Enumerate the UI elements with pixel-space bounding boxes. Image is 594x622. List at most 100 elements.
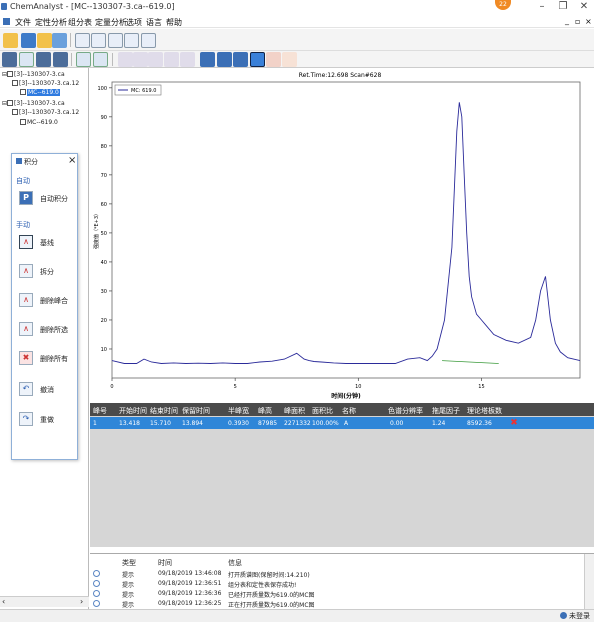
col-header[interactable]: 面积比 — [312, 406, 333, 416]
chromatogram-chart[interactable]: Ret.Time:12.698 Scan#6281020304050607080… — [90, 68, 594, 403]
login-status[interactable]: 未登录 — [569, 611, 590, 621]
close-icon[interactable]: × — [68, 155, 76, 166]
plot-area — [111, 81, 581, 379]
col-header[interactable]: 拖尾因子 — [432, 406, 460, 416]
tree-item[interactable]: MC--619.0 — [20, 89, 60, 97]
tree-item[interactable]: ⊟ [3]--130307-3.ca — [2, 100, 65, 108]
tool-label[interactable]: 重做 — [40, 415, 54, 425]
split-view-icon[interactable] — [53, 52, 68, 67]
split-peak-icon[interactable]: ∧ — [19, 264, 33, 278]
tree-item[interactable]: [3]--130307-3.ca.12 — [12, 80, 79, 88]
tool-label[interactable]: 拆分 — [40, 267, 54, 277]
log-scrollbar[interactable] — [584, 554, 594, 610]
col-header[interactable]: 理论塔板数 — [467, 406, 502, 416]
label-time-icon[interactable] — [148, 52, 163, 67]
tree-scrollbar[interactable]: ‹ › — [0, 596, 89, 607]
delete-all-icon[interactable]: ✖ — [19, 351, 33, 365]
menu-language[interactable]: 语言 — [146, 17, 162, 28]
auto-heading: 自动 — [16, 177, 30, 185]
table-merge-icon[interactable] — [233, 52, 248, 67]
cell: 87985 — [258, 420, 278, 427]
table-split-icon[interactable] — [217, 52, 232, 67]
cell: 8592.36 — [467, 420, 492, 427]
tree-item[interactable]: MC--619.0 — [20, 119, 58, 127]
auto-integrate-icon[interactable]: P — [19, 191, 33, 205]
integrate-active-icon[interactable] — [250, 52, 265, 67]
menu-file[interactable]: 文件 — [15, 17, 31, 28]
log-col-header: 信息 — [228, 559, 242, 567]
delete-selected-icon[interactable]: ∧ — [19, 322, 33, 336]
label-area-icon[interactable] — [133, 52, 148, 67]
y-tick-label: 90 — [101, 115, 107, 121]
overlay-icon[interactable] — [124, 33, 139, 48]
baseline-icon[interactable] — [266, 52, 281, 67]
info-icon — [93, 580, 100, 587]
scroll-right-icon[interactable]: › — [80, 597, 83, 606]
menu-bar: 文件 定性分析 组分表 定量分析 选项 语言 帮助 _ ▫ × — [0, 15, 594, 28]
col-header[interactable]: 开始时间 — [119, 406, 147, 416]
tool-label[interactable]: 基线 — [40, 238, 54, 248]
tool-label[interactable]: 删除峰合 — [40, 296, 68, 306]
restore-icon[interactable]: ❐ — [556, 1, 570, 12]
window-title: ChemAnalyst - [MC--130307-3.ca--619.0] — [10, 2, 175, 11]
peak-icon[interactable] — [108, 33, 123, 48]
label-rt-icon[interactable] — [118, 52, 133, 67]
chromatogram-panel: Ret.Time:12.698 Scan#628 10 20 30 40 50 60 70 80… — [90, 68, 594, 403]
export-icon[interactable] — [52, 33, 67, 48]
menu-help[interactable]: 帮助 — [166, 17, 182, 28]
zoom-out-icon[interactable] — [93, 52, 108, 67]
app-icon — [1, 3, 7, 10]
minimize-icon[interactable]: – — [535, 1, 549, 12]
status-bar: 未登录 — [0, 609, 594, 622]
auto-integrate-label[interactable]: 自动积分 — [40, 194, 68, 204]
menu-quantitative[interactable]: 定量分析 — [95, 17, 127, 28]
tool-label[interactable]: 删除所选 — [40, 325, 68, 335]
col-header[interactable]: 峰高 — [258, 406, 272, 416]
menu-options[interactable]: 选项 — [126, 17, 142, 28]
delete-merge-icon[interactable]: ∧ — [19, 293, 33, 307]
col-header[interactable]: 峰面积 — [284, 406, 305, 416]
open-folder-icon[interactable] — [3, 33, 18, 48]
col-header[interactable]: 保留时间 — [182, 406, 210, 416]
col-header[interactable]: 色谱分辨率 — [388, 406, 423, 416]
baseline-icon[interactable]: ∧ — [19, 235, 33, 249]
label-width-icon[interactable] — [180, 52, 195, 67]
redo-icon[interactable]: ↷ — [19, 412, 33, 426]
compare-icon[interactable] — [141, 33, 156, 48]
label-name-icon[interactable] — [164, 52, 179, 67]
open-project-icon[interactable] — [37, 33, 52, 48]
save-icon[interactable] — [21, 33, 36, 48]
tool-label[interactable]: 撤消 — [40, 385, 54, 395]
tree-item[interactable]: ⊟ [3]--130307-3.ca — [2, 71, 65, 79]
chart-icon[interactable] — [19, 52, 34, 67]
menu-component-table[interactable]: 组分表 — [68, 17, 92, 28]
y-tick-label: 60 — [101, 202, 107, 208]
info-icon — [93, 590, 100, 597]
tool-label[interactable]: 删除所有 — [40, 354, 68, 364]
mdi-minimize-icon[interactable]: _ — [565, 16, 569, 25]
log-type: 提示 — [122, 592, 135, 599]
col-header[interactable]: 结束时间 — [150, 406, 178, 416]
scroll-left-icon[interactable]: ‹ — [2, 597, 5, 606]
notification-badge[interactable]: 22 — [495, 0, 511, 10]
spectrum-icon[interactable] — [91, 33, 106, 48]
cell: 100.00% — [312, 420, 339, 427]
signal-noise-icon[interactable] — [282, 52, 297, 67]
zoom-in-icon[interactable] — [76, 52, 91, 67]
close-icon[interactable]: ✕ — [577, 1, 591, 12]
undo-icon[interactable]: ↶ — [19, 382, 33, 396]
delete-row-icon[interactable]: ✖ — [509, 418, 519, 428]
col-header[interactable]: 名称 — [342, 406, 356, 416]
menu-qualitative[interactable]: 定性分析 — [35, 17, 67, 28]
layout-icon[interactable] — [2, 52, 17, 67]
col-header[interactable]: 半峰宽 — [228, 406, 249, 416]
col-header[interactable]: 峰号 — [93, 406, 107, 416]
tree-item[interactable]: [3]--130307-3.ca.12 — [12, 109, 79, 117]
y-tick-label: 30 — [101, 289, 107, 295]
table-icon[interactable] — [200, 52, 215, 67]
mdi-close-icon[interactable]: × — [585, 17, 592, 26]
grid-view-icon[interactable] — [36, 52, 51, 67]
y-tick-label: 80 — [101, 144, 107, 150]
chromatogram-icon[interactable] — [75, 33, 90, 48]
mdi-restore-icon[interactable]: ▫ — [575, 17, 580, 26]
